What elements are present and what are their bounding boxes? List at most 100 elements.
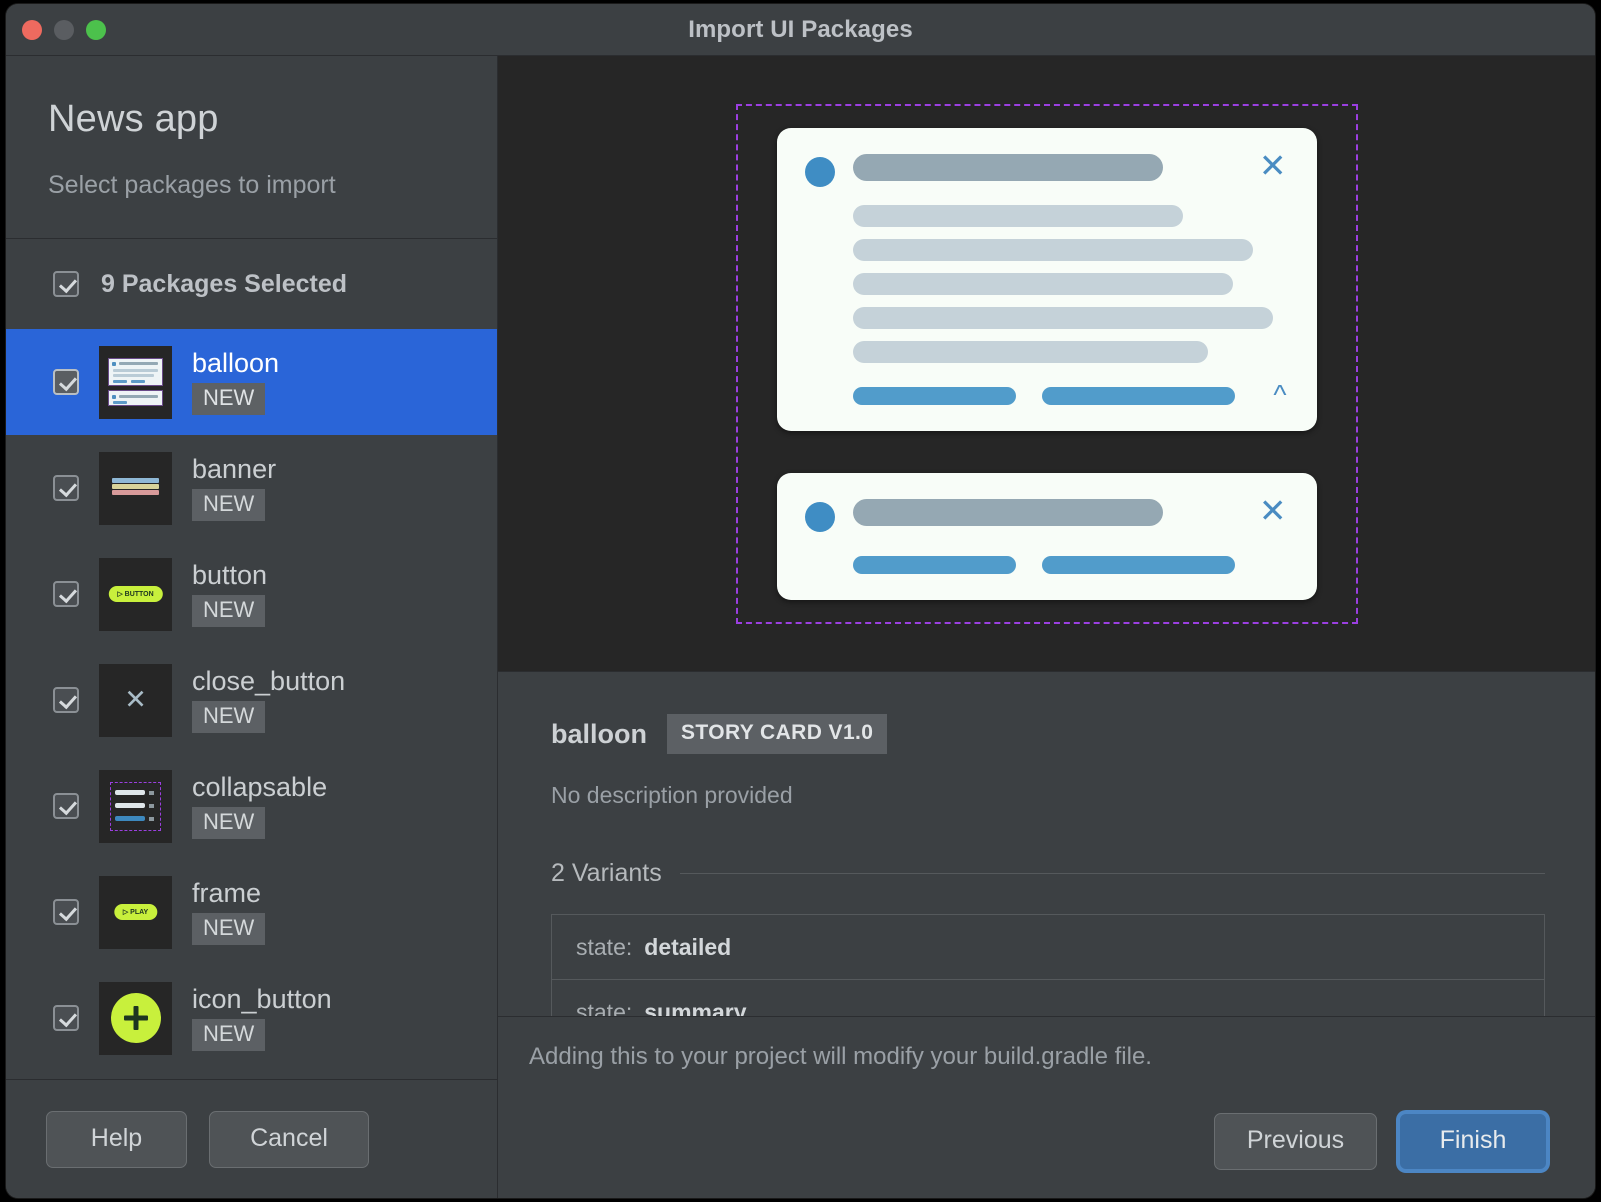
window-title: Import UI Packages <box>688 15 913 43</box>
component-name: balloon <box>551 718 647 749</box>
package-name: banner <box>192 453 277 484</box>
status-badge: NEW <box>192 595 266 628</box>
list-item[interactable]: ✕ close_button NEW <box>6 647 497 753</box>
dialog-footer: Adding this to your project will modify … <box>498 1016 1595 1198</box>
chevron-up-icon[interactable]: ^ <box>1273 381 1286 409</box>
package-name: collapsable <box>192 771 328 802</box>
list-item[interactable]: banner NEW <box>6 435 497 541</box>
packages-sidebar: News app Select packages to import 9 Pac… <box>6 56 498 1198</box>
package-checkbox[interactable] <box>53 793 79 819</box>
package-checkbox[interactable] <box>53 1005 79 1031</box>
sidebar-footer: Help Cancel <box>6 1079 497 1198</box>
gradle-note: Adding this to your project will modify … <box>529 1043 1152 1070</box>
package-name: close_button <box>192 665 346 696</box>
title-placeholder-bar <box>852 153 1163 181</box>
package-checkbox[interactable] <box>53 687 79 713</box>
package-checkbox[interactable] <box>53 581 79 607</box>
import-ui-packages-window: Import UI Packages News app Select packa… <box>6 4 1595 1198</box>
variant-value: detailed <box>644 933 732 960</box>
detail-header: balloon STORY CARD V1.0 <box>551 714 1545 754</box>
status-badge: NEW <box>192 701 266 734</box>
component-version-tag: STORY CARD V1.0 <box>667 714 888 754</box>
variant-row[interactable]: state: summary <box>552 980 1544 1017</box>
placeholder-line <box>852 306 1273 329</box>
package-checkbox[interactable] <box>53 369 79 395</box>
variant-key: state: <box>576 998 633 1017</box>
zoom-window-button[interactable] <box>86 19 106 40</box>
sidebar-header: News app Select packages to import <box>6 56 497 239</box>
close-icon[interactable]: ✕ <box>1259 493 1287 526</box>
placeholder-line <box>852 204 1183 227</box>
status-badge: NEW <box>192 807 266 840</box>
close-thumb-icon: ✕ <box>99 663 172 737</box>
variants-list: state: detailed state: summary <box>551 914 1545 1016</box>
select-all-checkbox[interactable] <box>53 271 79 297</box>
close-window-button[interactable] <box>22 19 42 40</box>
package-text: close_button NEW <box>192 665 346 734</box>
card-body-lines <box>805 204 1287 363</box>
cancel-button[interactable]: Cancel <box>209 1110 369 1168</box>
finish-button[interactable]: Finish <box>1399 1113 1547 1170</box>
list-item[interactable]: balloon NEW <box>6 329 497 435</box>
previous-button[interactable]: Previous <box>1214 1113 1377 1170</box>
package-checkbox[interactable] <box>53 899 79 925</box>
preview-bounds: ✕ ^ ✕ <box>735 103 1358 624</box>
package-list[interactable]: balloon NEW banner NEW ▷ BUTTON button N… <box>6 329 497 1079</box>
banner-thumb-icon <box>99 451 172 525</box>
status-badge: NEW <box>192 913 266 946</box>
list-item[interactable]: ▷ PLAY frame NEW <box>6 859 497 965</box>
list-item[interactable]: icon_button NEW <box>6 965 497 1071</box>
placeholder-line <box>852 340 1208 363</box>
window-titlebar: Import UI Packages <box>6 4 1595 56</box>
card-header: ✕ <box>804 493 1287 532</box>
status-badge: NEW <box>192 489 266 522</box>
collapsable-thumb-icon <box>99 769 172 843</box>
package-text: button NEW <box>192 559 268 628</box>
status-badge: NEW <box>192 383 266 416</box>
window-body: News app Select packages to import 9 Pac… <box>6 56 1595 1198</box>
package-text: banner NEW <box>192 453 277 522</box>
detail-panel: ✕ ^ ✕ balloon STORY CARD V1.0 No descrip… <box>498 56 1595 1198</box>
balloon-thumb-icon <box>99 345 172 419</box>
project-title: News app <box>48 98 219 140</box>
section-divider <box>679 873 1545 874</box>
package-name: button <box>192 559 268 590</box>
cta-bar[interactable] <box>1041 386 1235 405</box>
variant-row[interactable]: state: detailed <box>552 915 1544 980</box>
component-description: No description provided <box>551 782 793 808</box>
package-text: balloon NEW <box>192 347 280 416</box>
cta-bar[interactable] <box>852 386 1016 405</box>
avatar <box>804 156 835 187</box>
minimize-window-button[interactable] <box>54 19 74 40</box>
status-badge: NEW <box>192 1019 266 1052</box>
title-placeholder-bar <box>852 498 1163 526</box>
frame-thumb-icon: ▷ PLAY <box>99 875 172 949</box>
card-footer <box>805 555 1287 574</box>
component-details: balloon STORY CARD V1.0 No description p… <box>498 671 1595 1016</box>
placeholder-line <box>852 272 1233 295</box>
package-name: icon_button <box>192 983 332 1014</box>
close-icon[interactable]: ✕ <box>1259 148 1287 181</box>
variants-section-header: 2 Variants <box>551 859 1545 888</box>
package-name: frame <box>192 877 262 908</box>
card-header: ✕ <box>804 148 1287 187</box>
selected-count-label: 9 Packages Selected <box>101 269 347 298</box>
avatar <box>804 501 835 532</box>
select-all-row[interactable]: 9 Packages Selected <box>6 239 497 329</box>
package-name: balloon <box>192 347 280 378</box>
component-preview: ✕ ^ ✕ <box>498 56 1595 671</box>
cta-bar[interactable] <box>1041 555 1235 574</box>
sidebar-subtitle: Select packages to import <box>48 171 336 199</box>
package-text: collapsable NEW <box>192 771 328 840</box>
variant-value: summary <box>644 998 747 1017</box>
cta-bar[interactable] <box>852 555 1016 574</box>
list-item[interactable]: ▷ BUTTON button NEW <box>6 541 497 647</box>
help-button[interactable]: Help <box>46 1110 187 1168</box>
window-controls <box>22 4 106 55</box>
card-footer: ^ <box>805 381 1287 409</box>
footer-buttons: Previous Finish <box>529 1113 1547 1170</box>
package-checkbox[interactable] <box>53 475 79 501</box>
package-text: frame NEW <box>192 877 266 946</box>
list-item[interactable]: collapsable NEW <box>6 753 497 859</box>
preview-card-summary: ✕ <box>776 472 1317 600</box>
